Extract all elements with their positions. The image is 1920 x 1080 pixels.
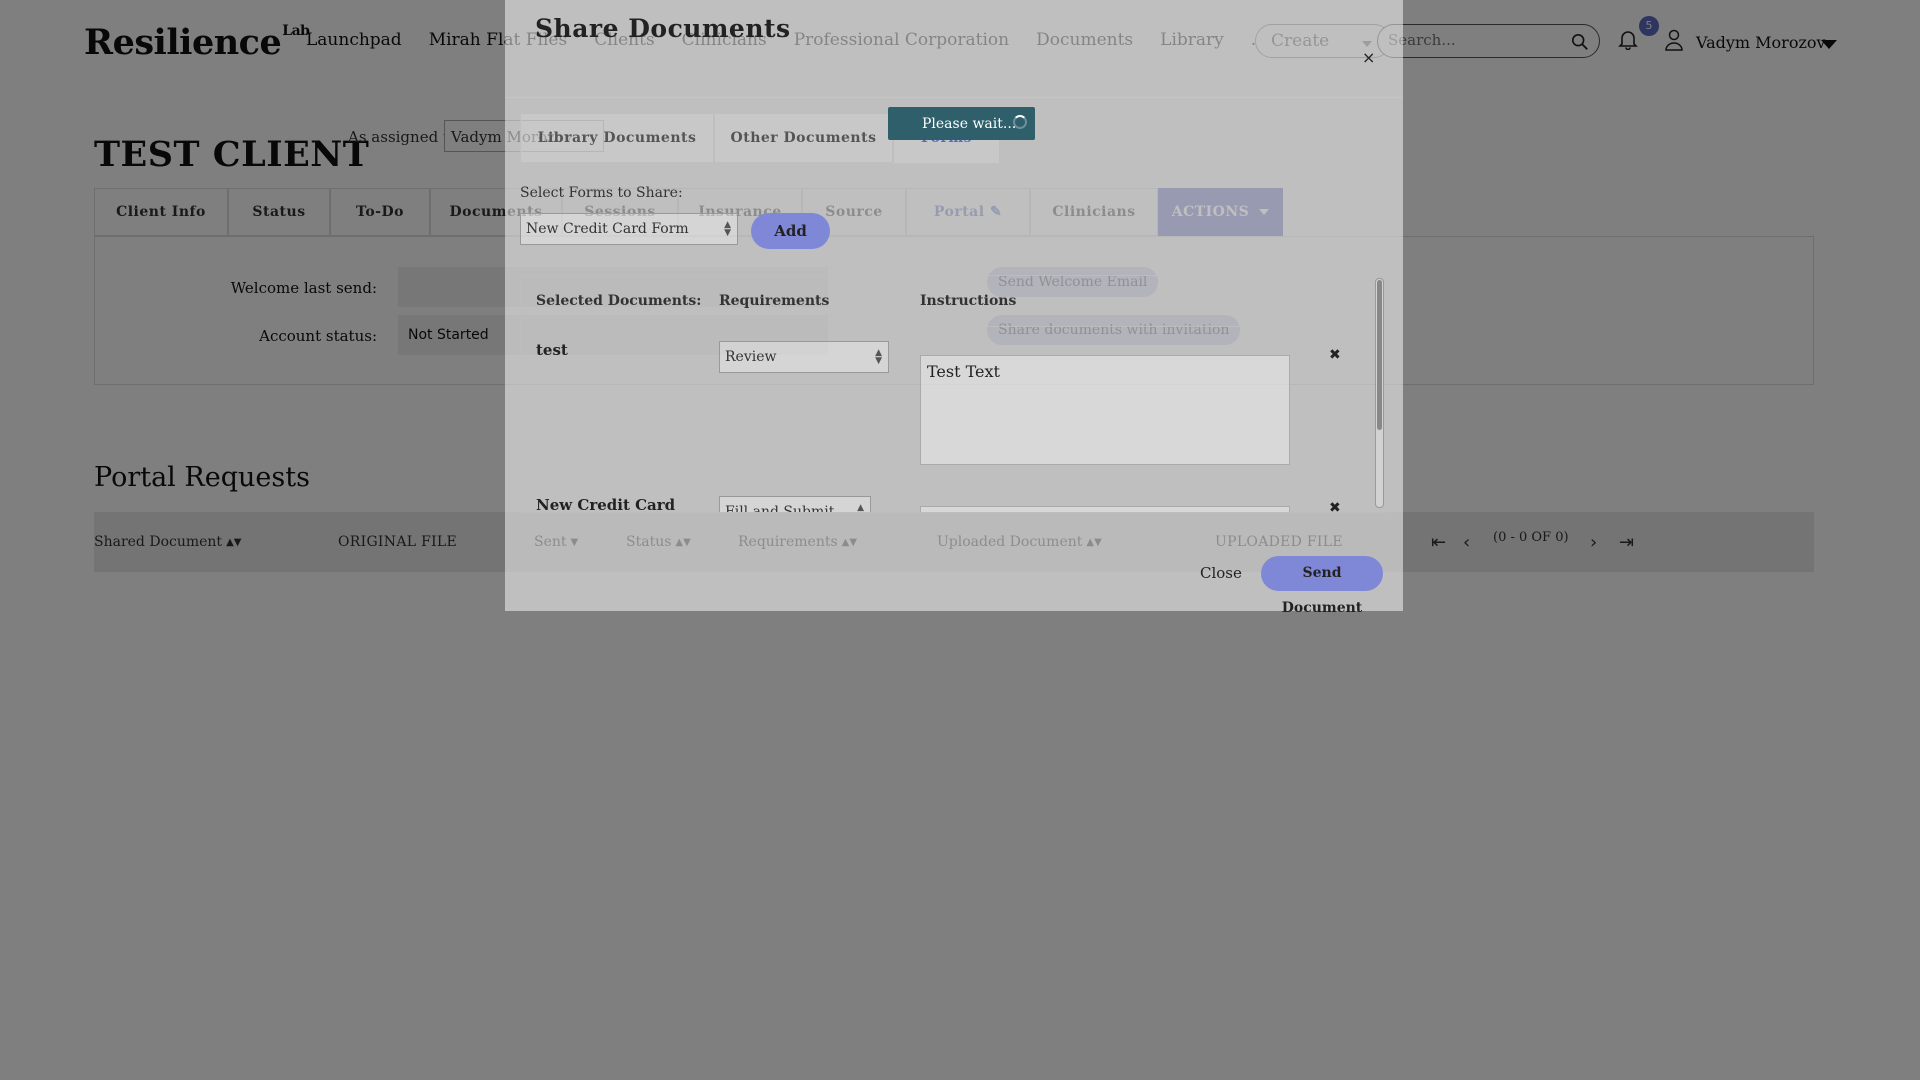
scrollbar-thumb[interactable] — [1377, 280, 1382, 430]
requirement-select[interactable]: Review ▲ ▼ — [719, 341, 889, 373]
remove-document-icon[interactable]: ✖ — [1329, 347, 1341, 363]
header-requirements: Requirements — [719, 293, 830, 309]
modal-divider — [505, 97, 1403, 98]
updown-icon: ▲▼ — [724, 220, 731, 238]
requirement-select[interactable]: Fill and Submit ▲▼ — [719, 496, 871, 513]
updown-icon: ▲▼ — [857, 503, 864, 513]
close-button[interactable]: Close — [1200, 564, 1242, 582]
close-icon[interactable]: × — [1362, 48, 1375, 67]
forms-select[interactable]: New Credit Card Form ▲ ▼ — [520, 213, 738, 245]
spinner-icon — [1013, 115, 1027, 129]
header-instructions: Instructions — [920, 293, 1017, 309]
tab-other-documents[interactable]: Other Documents — [714, 113, 893, 163]
share-documents-modal: Share Documents × Library Documents Othe… — [505, 0, 1403, 616]
please-wait-toast: Please wait... — [888, 107, 1035, 140]
scrollbar[interactable] — [1375, 278, 1384, 508]
tab-library-documents[interactable]: Library Documents — [520, 113, 714, 163]
remove-document-icon[interactable]: ✖ — [1329, 500, 1341, 512]
send-document-button[interactable]: Send Document — [1261, 556, 1383, 616]
document-name: test — [536, 341, 568, 359]
selected-documents-header: Selected Documents: Requirements Instruc… — [521, 276, 1375, 327]
instructions-textarea[interactable]: Test Text — [920, 355, 1290, 465]
modal-title: Share Documents — [535, 14, 791, 43]
add-form-button[interactable]: Add — [751, 213, 830, 249]
updown-icon: ▲▼ — [875, 348, 882, 366]
select-forms-label: Select Forms to Share: — [520, 185, 683, 201]
header-selected-documents: Selected Documents: — [536, 293, 702, 309]
selected-documents-table: Selected Documents: Requirements Instruc… — [520, 275, 1388, 513]
document-name: New Credit Card — [536, 496, 676, 513]
instructions-textarea[interactable] — [920, 506, 1290, 512]
